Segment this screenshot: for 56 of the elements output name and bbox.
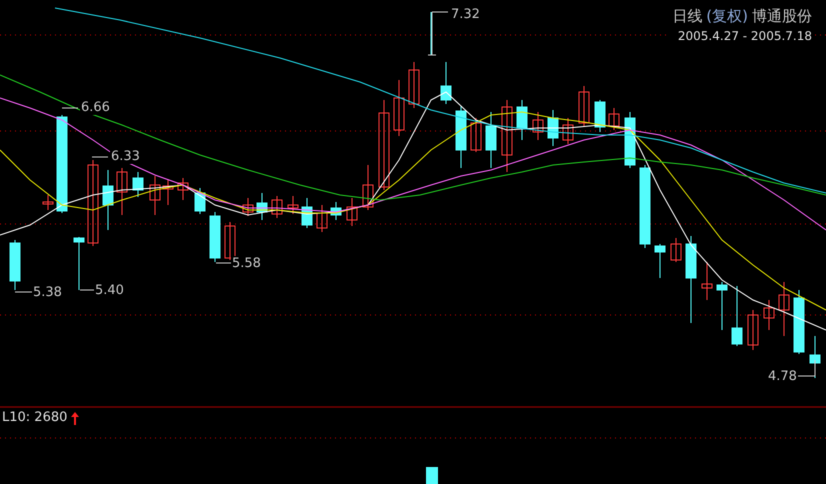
candlestick (288, 196, 298, 214)
candlestick (330, 202, 342, 220)
stock-name: 博通股份 (752, 6, 812, 26)
candlestick (132, 172, 144, 198)
period-label: 日线 (672, 6, 702, 26)
candlestick (302, 198, 312, 228)
candlestick (116, 168, 128, 216)
candlestick (210, 212, 220, 262)
candlestick (362, 164, 374, 210)
candlestick (102, 170, 114, 230)
candlestick (440, 62, 452, 104)
candlestick (516, 100, 528, 140)
candlestick (608, 108, 620, 130)
candlestick (764, 300, 774, 330)
candle-wick (430, 12, 432, 56)
candlestick (456, 106, 466, 168)
candlestick (716, 282, 728, 330)
volume-indicator: L10: 2680 (2, 410, 68, 426)
price-label: 6.66 (80, 100, 111, 115)
candlestick (256, 192, 268, 220)
date-range: 2005.4.27 - 2005.7.18 (678, 28, 812, 44)
candlestick (162, 180, 174, 206)
candlestick (578, 86, 590, 126)
candlestick (316, 204, 328, 232)
volume-bar (426, 467, 438, 484)
candlestick (778, 282, 790, 336)
candlestick (242, 198, 254, 216)
candlestick (42, 194, 54, 210)
leader-line (428, 12, 448, 56)
candlestick (394, 80, 404, 136)
candlestick (470, 118, 482, 152)
candlestick (702, 262, 712, 300)
candlestick (194, 188, 206, 214)
candlestick (594, 100, 606, 132)
candlestick (150, 176, 160, 216)
candlestick (408, 62, 420, 108)
candlestick (562, 118, 574, 144)
adjustment-label: (复权) (706, 6, 748, 26)
candlestick (548, 110, 558, 146)
candlestick (178, 178, 188, 200)
candlestick (624, 112, 636, 168)
candlestick (748, 310, 758, 350)
candlestick (272, 196, 282, 218)
candlestick (486, 112, 496, 168)
candlestick (794, 290, 804, 354)
price-label: 6.33 (110, 149, 141, 164)
candlestick (654, 244, 666, 278)
leader-line (216, 262, 232, 264)
candlestick (670, 238, 682, 262)
candlestick (74, 236, 84, 290)
leader-line (92, 156, 108, 158)
up-arrow-icon (71, 412, 80, 424)
candlestick (532, 112, 544, 140)
candlestick (732, 286, 742, 346)
candlestick (10, 240, 20, 290)
candlestick (346, 198, 358, 226)
